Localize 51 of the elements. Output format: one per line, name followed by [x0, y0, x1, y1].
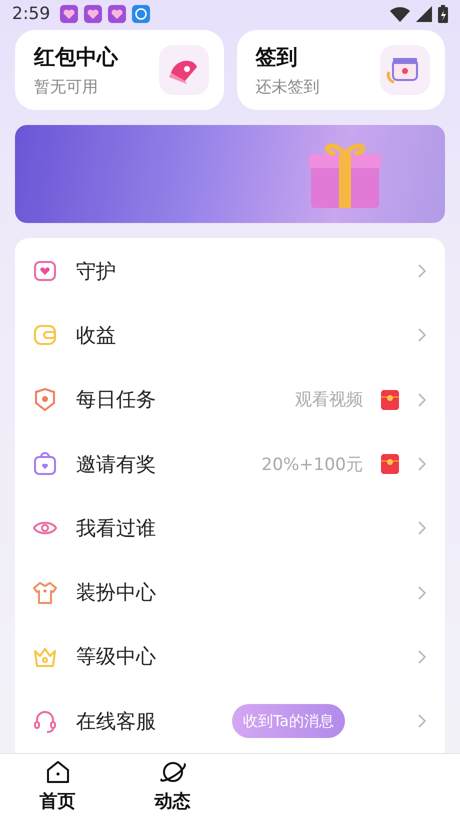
headset-icon	[32, 708, 58, 734]
chevron-right-icon	[417, 584, 427, 601]
message-tooltip: 收到Ta的消息	[232, 704, 345, 738]
promo-banner[interactable]	[15, 125, 445, 223]
signal-icon	[416, 6, 432, 22]
card-subtitle: 暂无可用	[34, 76, 99, 98]
menu-label: 收益	[76, 322, 116, 349]
menu-row[interactable]: 等级中心	[15, 624, 445, 690]
feature-card[interactable]: 签到 还未签到	[236, 30, 445, 110]
card-title: 红包中心	[34, 44, 118, 70]
menu-row[interactable]: 装扮中心	[15, 560, 445, 625]
app-notification-icon	[84, 5, 102, 23]
chevron-right-icon	[417, 456, 427, 472]
chevron-right-icon	[417, 520, 427, 536]
chevron-right-icon	[417, 648, 427, 665]
menu-row[interactable]: 收益	[15, 303, 445, 368]
menu-label: 我看过谁	[76, 514, 156, 542]
nav-tab[interactable]: 首页	[40, 789, 76, 814]
chevron-right-icon	[417, 392, 427, 408]
menu-row[interactable]: 守护	[15, 239, 445, 304]
feature-card[interactable]: 红包中心 暂无可用	[15, 30, 224, 110]
menu-row[interactable]: 在线客服 收到Ta的消息	[15, 689, 445, 754]
card-title: 签到	[256, 44, 298, 70]
menu-label: 邀请有奖	[76, 450, 156, 478]
shield-icon	[32, 386, 58, 413]
menu-hint: 观看视频	[295, 389, 363, 412]
menu-label: 每日任务	[76, 386, 156, 414]
chevron-right-icon	[417, 263, 427, 280]
menu-label: 等级中心	[76, 643, 156, 670]
nav-tab[interactable]: 动态	[154, 789, 190, 814]
menu-label: 在线客服	[76, 708, 156, 735]
chevron-right-icon	[417, 327, 427, 344]
gift-bag-icon	[32, 451, 58, 478]
menu-label: 守护	[76, 258, 116, 285]
battery-icon	[438, 5, 448, 23]
menu-hint: 20%+100元	[262, 454, 363, 476]
envelope-icon	[381, 454, 399, 474]
menu-label: 装扮中心	[76, 579, 156, 606]
shirt-icon	[32, 580, 58, 606]
app-notification-icon	[132, 5, 150, 23]
app-notification-icon	[60, 5, 78, 23]
status-time: 2:59	[12, 4, 50, 24]
home-icon	[44, 759, 70, 786]
chevron-right-icon	[417, 713, 427, 730]
menu-row[interactable]: 每日任务 观看视频	[15, 368, 445, 432]
menu-row[interactable]: 我看过谁	[15, 496, 445, 560]
app-notification-icon	[108, 5, 126, 23]
card-subtitle: 还未签到	[256, 76, 320, 98]
menu-row[interactable]: 邀请有奖 20%+100元	[15, 432, 445, 496]
envelope-icon	[381, 390, 399, 410]
wifi-icon	[390, 6, 410, 22]
